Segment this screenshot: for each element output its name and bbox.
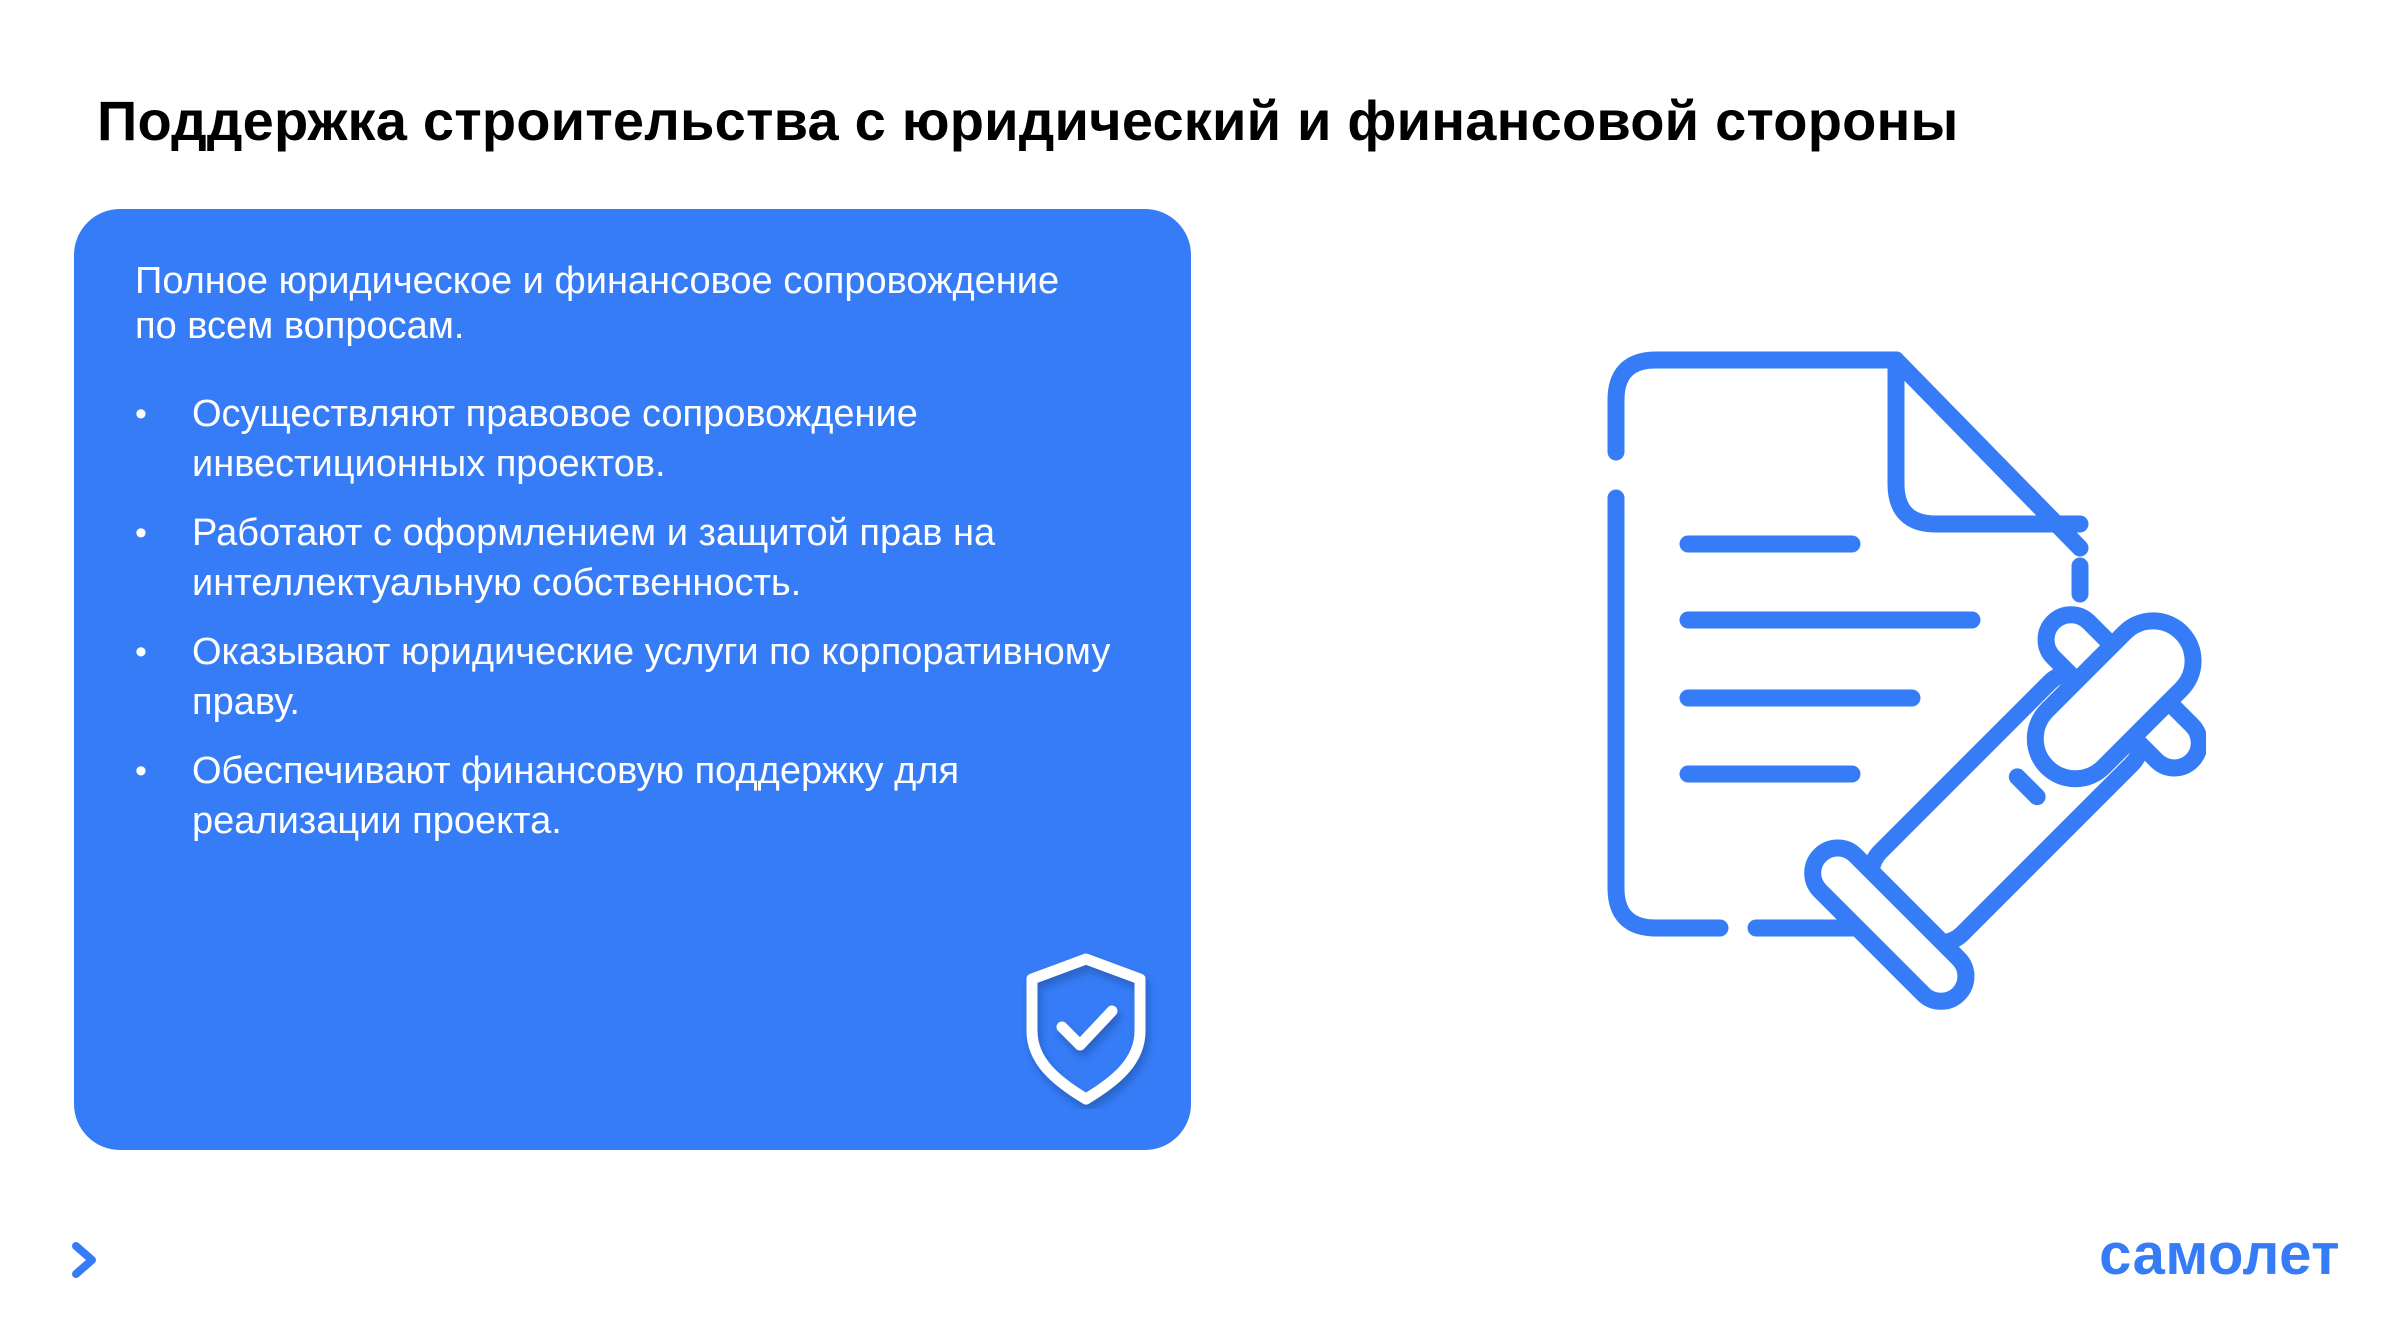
info-card: Полное юридическое и финансовое сопровож… [74,209,1191,1150]
chevron-right-icon[interactable] [70,1240,100,1280]
slide-title: Поддержка строительства с юридический и … [97,89,1959,152]
list-item-text: Обеспечивают финансовую поддержку для ре… [192,750,960,842]
bullet-list: • Осуществляют правовое сопровождение ин… [135,389,1135,865]
list-item: • Работают с оформлением и защитой прав … [135,508,1135,608]
list-item: • Оказывают юридические услуги по корпор… [135,627,1135,727]
bullet-marker: • [135,514,147,552]
list-item-text: Осуществляют правовое сопровождение инве… [192,393,918,485]
list-item-text: Работают с оформлением и защитой прав на… [192,512,996,604]
shield-check-icon [1026,953,1146,1105]
card-intro: Полное юридическое и финансовое сопровож… [135,260,1060,347]
list-item: • Осуществляют правовое сопровождение ин… [135,389,1135,489]
list-item: • Обеспечивают финансовую поддержку для … [135,746,1135,846]
slide: Поддержка строительства с юридический и … [0,0,2392,1332]
document-gavel-icon [1607,351,2206,1010]
bullet-marker: • [135,633,147,671]
bullet-marker: • [135,752,147,790]
brand-logo: самолет [2099,1222,2340,1287]
bullet-marker: • [135,395,147,433]
list-item-text: Оказывают юридические услуги по корпорат… [192,631,1111,723]
